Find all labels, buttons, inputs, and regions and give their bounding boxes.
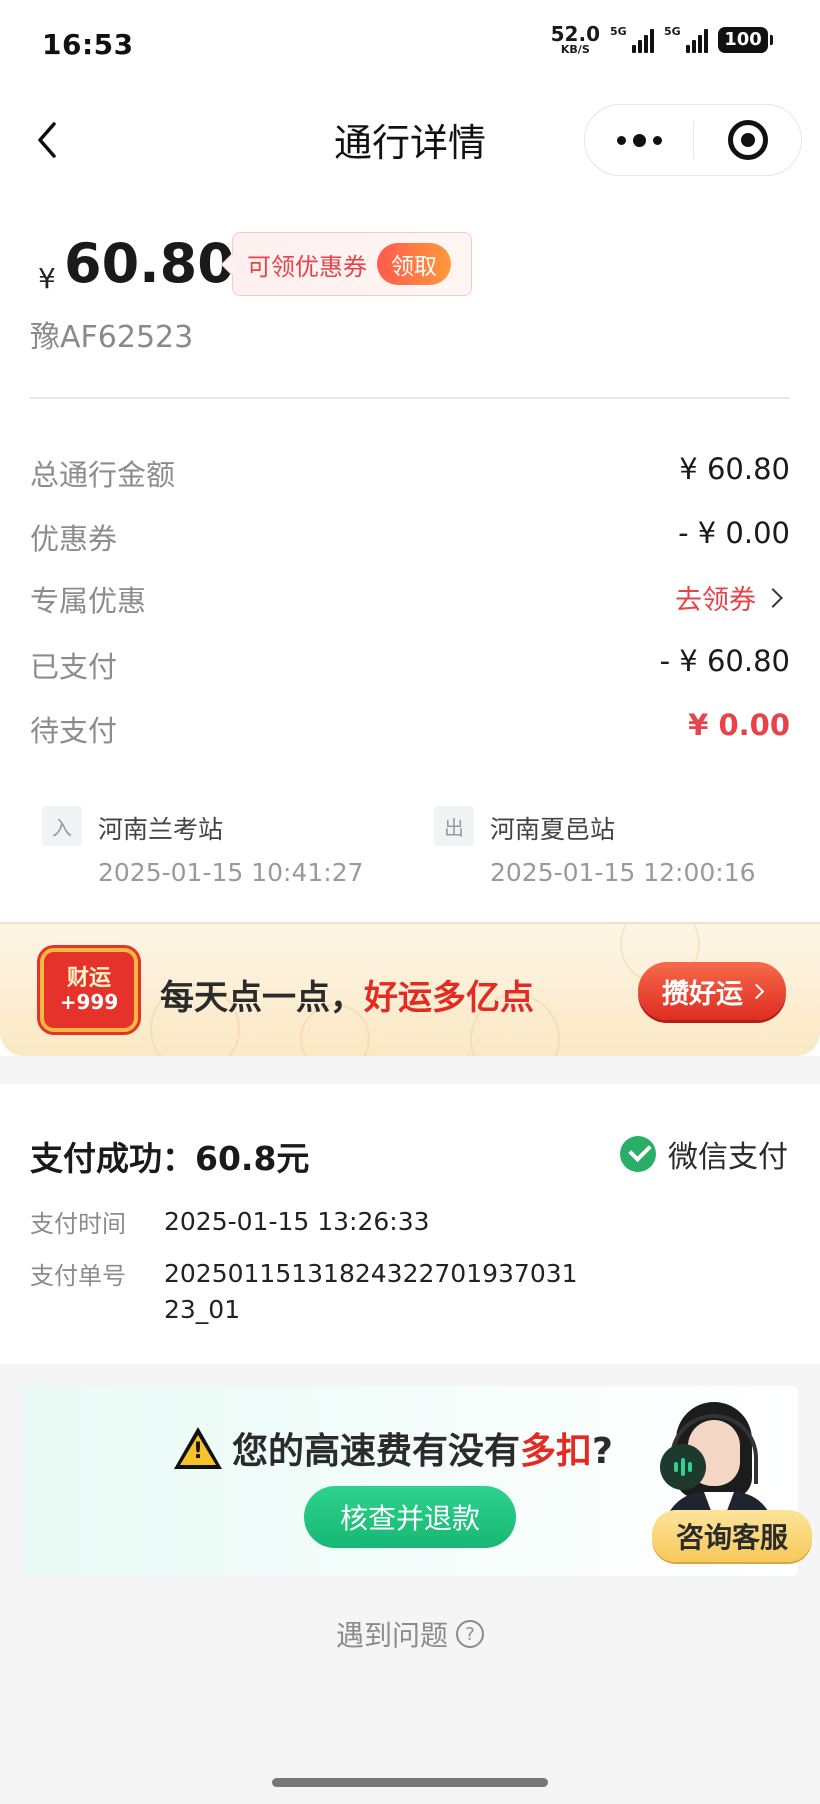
network-speed-value: 52.0 xyxy=(550,22,600,46)
fee-row-total: 总通行金额 ¥ 60.80 xyxy=(30,452,790,492)
more-dots-icon xyxy=(616,135,626,145)
mini-program-capsule xyxy=(584,104,802,176)
fortune-icon-text: 财运 xyxy=(66,965,111,991)
collect-luck-label: 攒好运 xyxy=(662,978,743,1010)
voice-chat-icon xyxy=(660,1444,706,1490)
help-label: 遇到问题 xyxy=(335,1619,448,1652)
payment-time-value: 2025-01-15 13:26:33 xyxy=(164,1207,430,1236)
fortune-icon: 财运 +999 xyxy=(40,948,138,1032)
payment-order-label: 支付单号 xyxy=(30,1262,126,1290)
fee-row-exclusive-discount: 专属优惠 去领券 xyxy=(30,578,790,618)
divider xyxy=(30,397,790,399)
claim-coupon-button[interactable]: 领取 xyxy=(377,243,451,285)
fee-value: - ¥ 0.00 xyxy=(678,516,790,550)
refund-question-text: 您的高速费有没有 xyxy=(232,1431,521,1472)
help-link[interactable]: 遇到问题 ? xyxy=(0,1614,820,1654)
slogan-highlight: 好运多亿点 xyxy=(364,978,534,1018)
banner-slogan: 每天点一点，好运多亿点 xyxy=(160,970,534,1019)
entry-station: 入 河南兰考站 2025-01-15 10:41:27 xyxy=(42,806,382,906)
signal-label: 5G xyxy=(610,24,627,38)
fee-label: 总通行金额 xyxy=(30,458,176,492)
entry-station-name: 河南兰考站 xyxy=(98,815,224,844)
collect-luck-button[interactable]: 攒好运 xyxy=(638,962,786,1020)
toll-amount: 60.80 xyxy=(64,232,235,295)
consult-service-button[interactable]: 咨询客服 xyxy=(652,1510,812,1562)
pending-amount: ¥ 0.00 xyxy=(688,708,790,742)
signal-icon: 5G xyxy=(664,24,708,53)
fee-value: ¥ 60.80 xyxy=(679,452,790,486)
fee-label: 待支付 xyxy=(30,714,118,748)
payment-status-title: 支付成功：60.8元 xyxy=(30,1139,310,1178)
exit-time: 2025-01-15 12:00:16 xyxy=(490,858,756,887)
home-indicator[interactable] xyxy=(272,1778,548,1787)
payment-time-label: 支付时间 xyxy=(30,1210,126,1238)
exit-station-name: 河南夏邑站 xyxy=(490,815,616,844)
get-coupon-label: 去领券 xyxy=(675,585,756,616)
payment-method: 微信支付 xyxy=(620,1132,788,1176)
question-circle-icon: ? xyxy=(456,1620,484,1648)
fee-row-pending: 待支付 ¥ 0.00 xyxy=(30,708,790,748)
coupon-text: 可领优惠券 xyxy=(247,252,367,281)
status-icons: 52.0 KB/S 5G 5G 100 xyxy=(551,24,773,55)
fee-row-coupon: 优惠券 - ¥ 0.00 xyxy=(30,516,790,556)
network-speed-unit: KB/S xyxy=(560,43,590,56)
payment-method-label: 微信支付 xyxy=(668,1140,788,1175)
entry-badge: 入 xyxy=(42,806,82,846)
fee-label: 专属优惠 xyxy=(30,584,147,618)
signal-label: 5G xyxy=(664,24,681,38)
network-speed: 52.0 KB/S xyxy=(551,24,600,55)
signal-icon: 5G xyxy=(610,24,654,53)
status-time: 16:53 xyxy=(42,28,134,61)
chevron-right-icon xyxy=(748,983,765,999)
entry-time: 2025-01-15 10:41:27 xyxy=(98,858,364,887)
refund-question-mark: ? xyxy=(592,1431,613,1472)
fortune-icon-count: +999 xyxy=(59,990,119,1015)
close-button[interactable] xyxy=(694,105,801,175)
fee-label: 优惠券 xyxy=(30,522,118,556)
refund-question: ! 您的高速费有没有多扣? xyxy=(174,1422,613,1474)
battery-icon: 100 xyxy=(718,26,773,53)
payment-order-value: 20250115131824322701937031 23_01 xyxy=(164,1259,578,1324)
wechat-pay-icon xyxy=(620,1136,656,1172)
section-gap xyxy=(0,1056,820,1084)
coupon-tag[interactable]: 可领优惠券 领取 xyxy=(232,232,472,296)
fee-value: - ¥ 60.80 xyxy=(659,644,790,678)
currency-symbol: ¥ xyxy=(38,262,56,295)
warning-icon: ! xyxy=(174,1427,222,1469)
exit-station: 出 河南夏邑站 2025-01-15 12:00:16 xyxy=(434,806,794,906)
exit-badge: 出 xyxy=(434,806,474,846)
fee-row-paid: 已支付 - ¥ 60.80 xyxy=(30,644,790,684)
more-button[interactable] xyxy=(585,105,693,175)
fee-label: 已支付 xyxy=(30,650,118,684)
target-close-icon xyxy=(727,120,768,160)
refund-question-highlight: 多扣 xyxy=(520,1431,593,1472)
check-refund-button[interactable]: 核查并退款 xyxy=(304,1486,516,1548)
chevron-right-icon xyxy=(763,587,783,608)
license-plate: 豫AF62523 xyxy=(30,320,194,355)
get-coupon-link[interactable]: 去领券 xyxy=(675,578,783,617)
slogan-text: 每天点一点， xyxy=(160,978,364,1018)
